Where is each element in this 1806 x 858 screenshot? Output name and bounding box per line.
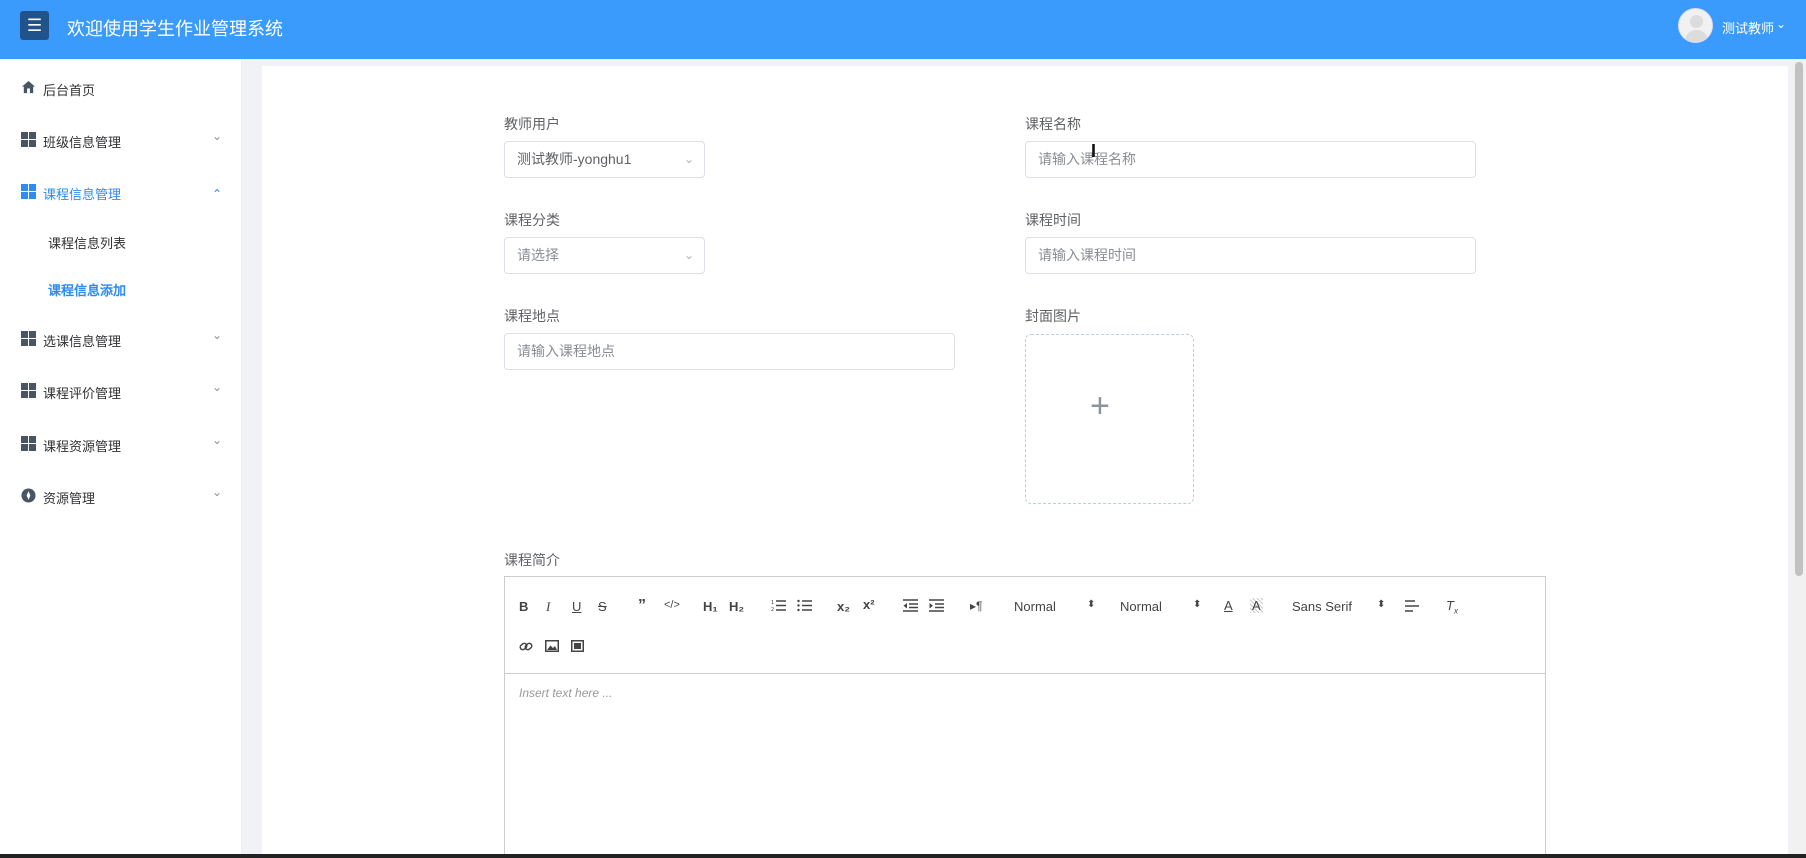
intro-label: 课程简介 xyxy=(504,552,560,568)
category-select[interactable]: 请选择 ⌄ xyxy=(504,237,705,274)
avatar-body-shape xyxy=(1685,30,1708,42)
compass-icon xyxy=(21,488,36,503)
image-icon[interactable] xyxy=(545,640,559,652)
italic-icon[interactable]: I xyxy=(546,599,550,615)
sidebar: 后台首页 班级信息管理 ⌄ 课程信息管理 ⌃ 课程信息列表 课程信息添加 选课信… xyxy=(0,59,242,858)
grid-icon xyxy=(21,383,36,398)
subscript-icon[interactable]: x₂ xyxy=(837,599,850,614)
sidebar-item-course[interactable]: 课程信息管理 ⌃ xyxy=(0,174,242,208)
background-color-icon[interactable]: A xyxy=(1250,598,1263,613)
sidebar-item-class[interactable]: 班级信息管理 ⌄ xyxy=(0,122,242,156)
chevron-up-icon: ⌃ xyxy=(212,187,223,201)
align-icon[interactable] xyxy=(1405,600,1419,612)
ordered-list-icon[interactable]: 1 2 xyxy=(771,599,786,612)
course-time-label: 课程时间 xyxy=(1025,212,1081,228)
grid-icon xyxy=(21,184,36,199)
sidebar-item-label: 课程资源管理 xyxy=(43,439,122,454)
cover-upload[interactable]: + xyxy=(1025,334,1194,504)
svg-text:2: 2 xyxy=(771,607,774,612)
window-bottom-edge xyxy=(0,854,1806,858)
app-title: 欢迎使用学生作业管理系统 xyxy=(67,19,283,39)
text-direction-icon[interactable]: ▸¶ xyxy=(970,599,982,613)
outdent-icon[interactable] xyxy=(903,599,918,612)
header-2-icon[interactable]: H₂ xyxy=(729,599,744,614)
avatar[interactable] xyxy=(1678,8,1713,43)
sidebar-item-course-resource[interactable]: 课程资源管理 ⌄ xyxy=(0,426,242,460)
sidebar-subitem-course-add[interactable]: 课程信息添加 xyxy=(48,280,126,299)
superscript-icon[interactable]: x² xyxy=(863,597,875,612)
sidebar-item-label: 选课信息管理 xyxy=(43,334,122,349)
chevron-down-icon: ⌄ xyxy=(683,248,694,262)
scrollbar-thumb[interactable] xyxy=(1795,62,1803,576)
svg-text:1: 1 xyxy=(771,600,774,606)
location-label: 课程地点 xyxy=(504,308,560,324)
text-color-icon[interactable]: A xyxy=(1224,598,1233,613)
sort-arrows-icon: ⬍ xyxy=(1193,599,1202,610)
indent-icon[interactable] xyxy=(929,599,944,612)
cover-label: 封面图片 xyxy=(1025,308,1081,324)
font-family-select[interactable]: Sans Serif ⬍ xyxy=(1292,599,1388,614)
grid-icon xyxy=(21,436,36,451)
font-size-select[interactable]: Normal ⬍ xyxy=(1120,599,1202,614)
header-1-icon[interactable]: H₁ xyxy=(703,599,718,614)
sidebar-item-label: 课程信息管理 xyxy=(43,187,122,202)
underline-icon[interactable]: U xyxy=(572,599,581,614)
strike-icon[interactable]: S xyxy=(598,599,607,614)
sidebar-item-label: 资源管理 xyxy=(43,491,96,506)
location-input[interactable]: 请输入课程地点 xyxy=(504,333,955,370)
sidebar-item-evaluation[interactable]: 课程评价管理 ⌄ xyxy=(0,373,242,407)
grid-icon xyxy=(21,331,36,346)
course-name-label: 课程名称 xyxy=(1025,116,1081,132)
course-time-input[interactable]: 请输入课程时间 xyxy=(1025,237,1476,274)
grid-icon xyxy=(21,132,36,147)
sidebar-item-label: 后台首页 xyxy=(43,83,96,98)
teacher-label: 教师用户 xyxy=(504,116,560,132)
sidebar-subitem-course-list[interactable]: 课程信息列表 xyxy=(48,233,126,252)
rich-text-editor: B I U S ” </> H₁ H₂ 1 2 x₂ x² ▸¶ Normal … xyxy=(504,576,1546,858)
teacher-select-value: 测试教师-yonghu1 xyxy=(517,151,632,167)
teacher-select[interactable]: 测试教师-yonghu1 ⌄ xyxy=(504,141,705,178)
sidebar-item-label: 班级信息管理 xyxy=(43,135,122,150)
header-size-select[interactable]: Normal ⬍ xyxy=(1014,599,1096,614)
avatar-head-shape xyxy=(1690,15,1703,28)
link-icon[interactable] xyxy=(519,640,533,653)
bold-icon[interactable]: B xyxy=(519,599,528,614)
clear-format-icon[interactable]: Tx xyxy=(1446,598,1458,616)
sort-arrows-icon: ⬍ xyxy=(1087,599,1096,610)
category-select-placeholder: 请选择 xyxy=(517,247,559,263)
video-icon[interactable] xyxy=(571,640,584,652)
chevron-down-icon: ⌄ xyxy=(212,328,223,342)
editor-toolbar: B I U S ” </> H₁ H₂ 1 2 x₂ x² ▸¶ Normal … xyxy=(505,577,1545,674)
category-label: 课程分类 xyxy=(504,212,560,228)
chevron-down-icon: ⌄ xyxy=(212,129,223,143)
sidebar-item-selection[interactable]: 选课信息管理 ⌄ xyxy=(0,321,242,355)
sidebar-item-label: 课程评价管理 xyxy=(43,386,122,401)
bullet-list-icon[interactable] xyxy=(797,599,812,612)
sidebar-item-home[interactable]: 后台首页 xyxy=(0,70,242,104)
user-name-dropdown[interactable]: 测试教师 xyxy=(1722,18,1774,37)
editor-placeholder[interactable]: Insert text here ... xyxy=(519,686,612,700)
blockquote-icon[interactable]: ” xyxy=(638,597,646,615)
text-cursor-icon: I xyxy=(1091,141,1097,161)
sort-arrows-icon: ⬍ xyxy=(1377,599,1386,610)
sidebar-item-resource[interactable]: 资源管理 ⌄ xyxy=(0,478,242,512)
code-block-icon[interactable]: </> xyxy=(664,599,680,611)
plus-icon: + xyxy=(1090,387,1110,425)
header-size-select-value: Normal xyxy=(1014,599,1056,614)
font-size-select-value: Normal xyxy=(1120,599,1162,614)
chevron-down-icon: ⌄ xyxy=(212,380,223,394)
chevron-down-icon: ⌄ xyxy=(212,433,223,447)
font-family-select-value: Sans Serif xyxy=(1292,599,1352,614)
chevron-down-icon[interactable]: ⌄ xyxy=(1776,17,1786,31)
chevron-down-icon: ⌄ xyxy=(212,485,223,499)
hamburger-icon[interactable]: ☰ xyxy=(20,11,49,40)
chevron-down-icon: ⌄ xyxy=(683,152,694,166)
home-icon xyxy=(21,80,36,94)
top-header: ☰ 欢迎使用学生作业管理系统 测试教师 ⌄ xyxy=(0,0,1806,59)
